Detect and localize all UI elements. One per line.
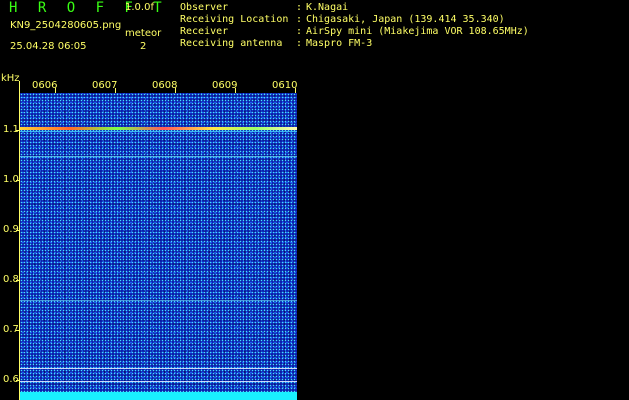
time-label: 0608: [152, 80, 178, 91]
reference-line: [20, 156, 297, 157]
noise-band: [20, 392, 297, 400]
info-separator: :: [296, 2, 303, 13]
meteor-count: 2: [140, 41, 147, 52]
info-value-observer: K.Nagai: [306, 2, 349, 13]
time-label: 0607: [92, 80, 118, 91]
info-separator: :: [296, 14, 303, 25]
reference-line: [20, 381, 297, 382]
info-separator: :: [296, 26, 303, 37]
info-label-receiver: Receiver: [180, 26, 229, 37]
time-label: 0609: [212, 80, 238, 91]
vor-carrier-line: [20, 127, 297, 130]
spectrogram: [20, 93, 297, 400]
time-label: 0606: [32, 80, 58, 91]
info-value-receiver: AirSpy mini (Miakejima VOR 108.65MHz): [306, 26, 529, 37]
info-label-antenna: Receiving antenna: [180, 38, 283, 49]
info-value-location: Chigasaki, Japan (139.414 35.340): [306, 14, 505, 25]
info-label-location: Receiving Location: [180, 14, 289, 25]
carrier-sideband-line: [20, 131, 297, 132]
axis-unit-label: kHz: [1, 73, 20, 84]
reference-line: [20, 300, 297, 301]
meteor-label: meteor: [125, 28, 162, 39]
filename-label: KN9_2504280605.png: [10, 20, 122, 31]
version-label: 1.0.0f: [125, 2, 154, 13]
info-value-antenna: Maspro FM-3: [306, 38, 373, 49]
reference-line: [20, 368, 297, 369]
info-separator: :: [296, 38, 303, 49]
info-label-observer: Observer: [180, 2, 229, 13]
timestamp-label: 25.04.28 06:05: [10, 41, 87, 52]
time-label: 0610: [272, 80, 298, 91]
